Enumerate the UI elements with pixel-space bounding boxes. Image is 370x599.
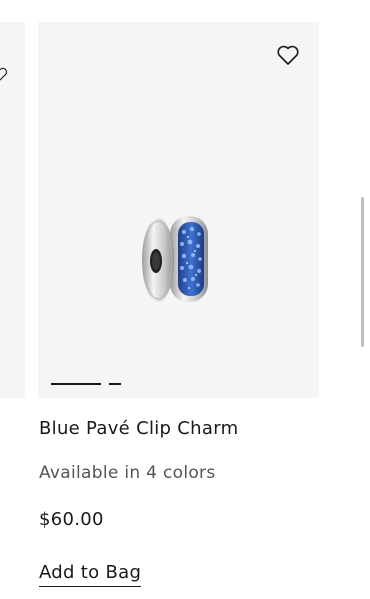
carousel-dot[interactable] [109, 383, 121, 385]
scrollbar[interactable] [361, 197, 364, 347]
product-title[interactable]: Blue Pavé Clip Charm [39, 418, 238, 439]
heart-icon[interactable] [0, 66, 8, 82]
color-availability[interactable]: Available in 4 colors [39, 463, 216, 483]
product-price: $60.00 [39, 509, 104, 530]
clip-charm-image [142, 216, 208, 302]
wishlist-heart-icon[interactable] [276, 44, 300, 66]
product-image-card[interactable] [38, 22, 319, 398]
previous-product-card[interactable] [0, 22, 25, 398]
carousel-dot-active[interactable] [51, 383, 101, 385]
add-to-bag-button[interactable]: Add to Bag [39, 562, 142, 587]
